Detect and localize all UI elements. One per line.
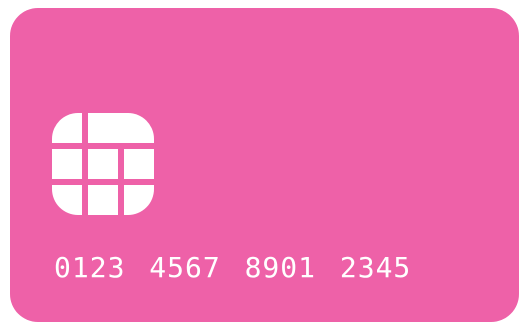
credit-card: 0123 4567 8901 2345: [10, 8, 519, 322]
chip-icon: [52, 113, 154, 215]
card-number: 0123 4567 8901 2345: [54, 251, 412, 284]
